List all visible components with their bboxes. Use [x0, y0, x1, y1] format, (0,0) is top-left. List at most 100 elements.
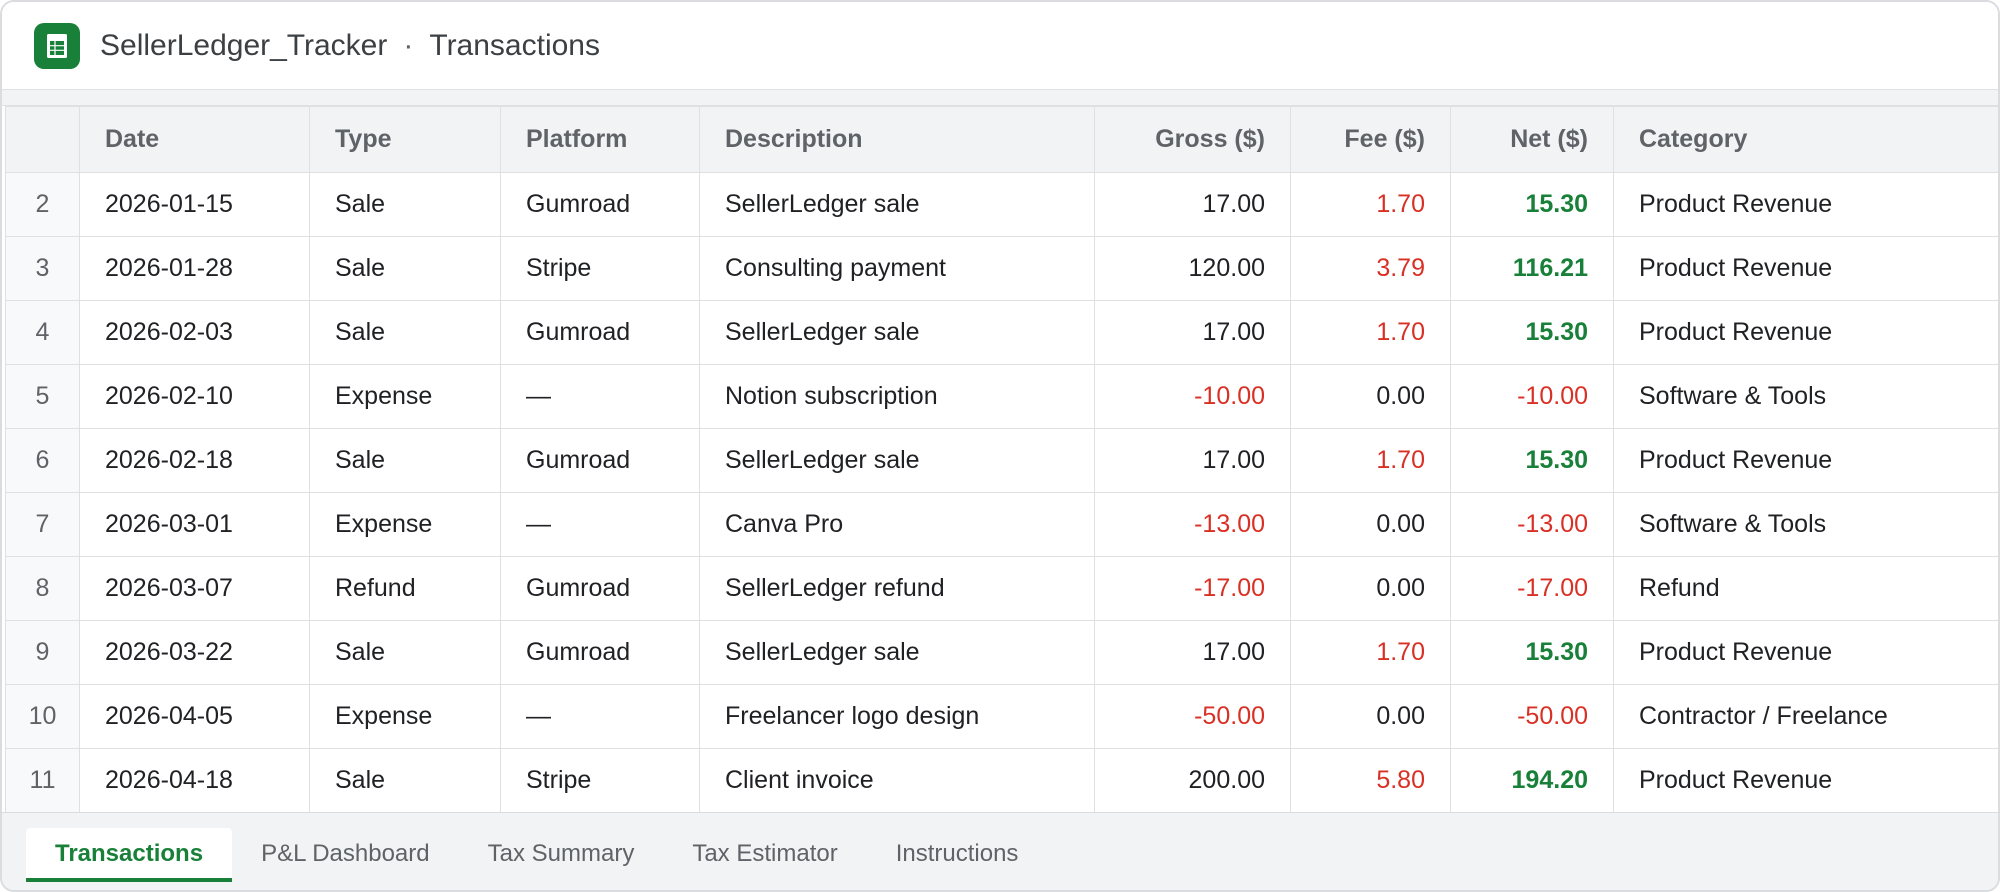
- platform-cell[interactable]: Stripe: [500, 236, 700, 301]
- platform-cell[interactable]: —: [500, 364, 700, 429]
- description-cell[interactable]: Consulting payment: [699, 236, 1095, 301]
- fee-cell[interactable]: 0.00: [1290, 556, 1451, 621]
- category-cell[interactable]: Product Revenue: [1613, 428, 1998, 493]
- date-cell[interactable]: 2026-01-15: [79, 172, 310, 237]
- gross-cell[interactable]: 17.00: [1094, 172, 1291, 237]
- date-cell[interactable]: 2026-03-22: [79, 620, 310, 685]
- sheet-tab-p-l-dashboard[interactable]: P&L Dashboard: [232, 828, 459, 880]
- date-cell[interactable]: 2026-01-28: [79, 236, 310, 301]
- category-cell[interactable]: Product Revenue: [1613, 300, 1998, 365]
- type-cell[interactable]: Expense: [309, 492, 501, 557]
- gross-cell[interactable]: 120.00: [1094, 236, 1291, 301]
- gross-cell[interactable]: -50.00: [1094, 684, 1291, 749]
- date-cell[interactable]: 2026-02-03: [79, 300, 310, 365]
- net-cell[interactable]: 15.30: [1450, 620, 1614, 685]
- fee-cell[interactable]: 0.00: [1290, 492, 1451, 557]
- gross-cell[interactable]: -17.00: [1094, 556, 1291, 621]
- row-number-header[interactable]: 8: [5, 556, 80, 621]
- row-number-header[interactable]: 11: [5, 748, 80, 813]
- type-cell[interactable]: Sale: [309, 428, 501, 493]
- date-cell[interactable]: 2026-04-18: [79, 748, 310, 813]
- fee-cell[interactable]: 0.00: [1290, 364, 1451, 429]
- platform-cell[interactable]: Gumroad: [500, 172, 700, 237]
- row-number-header[interactable]: 5: [5, 364, 80, 429]
- description-cell[interactable]: Freelancer logo design: [699, 684, 1095, 749]
- category-cell[interactable]: Software & Tools: [1613, 492, 1998, 557]
- column-header-description[interactable]: Description: [699, 106, 1095, 173]
- fee-cell[interactable]: 3.79: [1290, 236, 1451, 301]
- date-cell[interactable]: 2026-02-18: [79, 428, 310, 493]
- net-cell[interactable]: -17.00: [1450, 556, 1614, 621]
- type-cell[interactable]: Sale: [309, 748, 501, 813]
- row-number-header[interactable]: 10: [5, 684, 80, 749]
- gross-cell[interactable]: 17.00: [1094, 620, 1291, 685]
- type-cell[interactable]: Expense: [309, 684, 501, 749]
- fee-cell[interactable]: 1.70: [1290, 428, 1451, 493]
- column-header-platform[interactable]: Platform: [500, 106, 700, 173]
- net-cell[interactable]: 15.30: [1450, 428, 1614, 493]
- net-cell[interactable]: 116.21: [1450, 236, 1614, 301]
- net-cell[interactable]: -13.00: [1450, 492, 1614, 557]
- row-number-header[interactable]: 4: [5, 300, 80, 365]
- sheet-tab-tax-summary[interactable]: Tax Summary: [459, 828, 664, 880]
- row-number-header[interactable]: 9: [5, 620, 80, 685]
- gross-cell[interactable]: -10.00: [1094, 364, 1291, 429]
- net-cell[interactable]: 15.30: [1450, 172, 1614, 237]
- platform-cell[interactable]: Gumroad: [500, 620, 700, 685]
- sheet-tab-tax-estimator[interactable]: Tax Estimator: [663, 828, 866, 880]
- net-cell[interactable]: -10.00: [1450, 364, 1614, 429]
- date-cell[interactable]: 2026-02-10: [79, 364, 310, 429]
- date-cell[interactable]: 2026-04-05: [79, 684, 310, 749]
- description-cell[interactable]: SellerLedger sale: [699, 620, 1095, 685]
- net-cell[interactable]: 194.20: [1450, 748, 1614, 813]
- category-cell[interactable]: Product Revenue: [1613, 748, 1998, 813]
- file-name[interactable]: SellerLedger_Tracker: [100, 29, 387, 63]
- platform-cell[interactable]: —: [500, 492, 700, 557]
- row-number-header[interactable]: 6: [5, 428, 80, 493]
- category-cell[interactable]: Software & Tools: [1613, 364, 1998, 429]
- net-cell[interactable]: 15.30: [1450, 300, 1614, 365]
- gross-cell[interactable]: 17.00: [1094, 428, 1291, 493]
- fee-cell[interactable]: 1.70: [1290, 172, 1451, 237]
- category-cell[interactable]: Contractor / Freelance: [1613, 684, 1998, 749]
- fee-cell[interactable]: 5.80: [1290, 748, 1451, 813]
- sheet-tab-instructions[interactable]: Instructions: [867, 828, 1048, 880]
- column-header-type[interactable]: Type: [309, 106, 501, 173]
- description-cell[interactable]: Client invoice: [699, 748, 1095, 813]
- type-cell[interactable]: Expense: [309, 364, 501, 429]
- row-number-header[interactable]: 3: [5, 236, 80, 301]
- fee-cell[interactable]: 0.00: [1290, 684, 1451, 749]
- column-header-gross[interactable]: Gross ($): [1094, 106, 1291, 173]
- type-cell[interactable]: Sale: [309, 300, 501, 365]
- type-cell[interactable]: Sale: [309, 620, 501, 685]
- fee-cell[interactable]: 1.70: [1290, 620, 1451, 685]
- platform-cell[interactable]: Stripe: [500, 748, 700, 813]
- date-cell[interactable]: 2026-03-07: [79, 556, 310, 621]
- select-all-corner[interactable]: [5, 106, 80, 173]
- type-cell[interactable]: Sale: [309, 172, 501, 237]
- category-cell[interactable]: Refund: [1613, 556, 1998, 621]
- sheet-tab-transactions[interactable]: Transactions: [26, 827, 233, 882]
- platform-cell[interactable]: —: [500, 684, 700, 749]
- gross-cell[interactable]: -13.00: [1094, 492, 1291, 557]
- type-cell[interactable]: Sale: [309, 236, 501, 301]
- description-cell[interactable]: SellerLedger sale: [699, 300, 1095, 365]
- net-cell[interactable]: -50.00: [1450, 684, 1614, 749]
- row-number-header[interactable]: 7: [5, 492, 80, 557]
- description-cell[interactable]: Notion subscription: [699, 364, 1095, 429]
- column-header-fee[interactable]: Fee ($): [1290, 106, 1451, 173]
- description-cell[interactable]: SellerLedger sale: [699, 428, 1095, 493]
- description-cell[interactable]: SellerLedger sale: [699, 172, 1095, 237]
- platform-cell[interactable]: Gumroad: [500, 556, 700, 621]
- type-cell[interactable]: Refund: [309, 556, 501, 621]
- platform-cell[interactable]: Gumroad: [500, 300, 700, 365]
- column-header-category[interactable]: Category: [1613, 106, 1998, 173]
- column-header-net[interactable]: Net ($): [1450, 106, 1614, 173]
- description-cell[interactable]: Canva Pro: [699, 492, 1095, 557]
- fee-cell[interactable]: 1.70: [1290, 300, 1451, 365]
- category-cell[interactable]: Product Revenue: [1613, 236, 1998, 301]
- platform-cell[interactable]: Gumroad: [500, 428, 700, 493]
- row-number-header[interactable]: 2: [5, 172, 80, 237]
- category-cell[interactable]: Product Revenue: [1613, 172, 1998, 237]
- gross-cell[interactable]: 17.00: [1094, 300, 1291, 365]
